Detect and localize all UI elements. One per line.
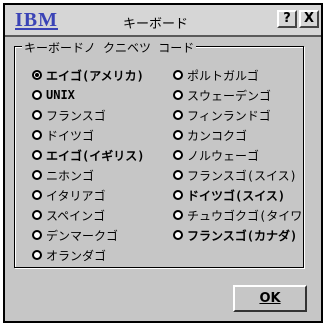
radio-unselected-icon: [32, 230, 42, 240]
radio-unselected-icon: [173, 210, 183, 220]
radio-label: ニホンゴ: [46, 168, 95, 183]
radio-option-norwegian[interactable]: ノルウェーゴ: [173, 146, 259, 164]
radio-option-italian[interactable]: イタリアゴ: [32, 186, 106, 204]
radio-label: イタリアゴ: [46, 188, 106, 203]
radio-label: スウェーデンゴ: [187, 88, 272, 103]
radio-option-finnish[interactable]: フィンランドゴ: [173, 106, 271, 124]
radio-unselected-icon: [32, 190, 42, 200]
radio-option-chinese-taiwan[interactable]: チュウゴクゴ(タイワ: [173, 206, 302, 224]
radio-option-spanish[interactable]: スペインゴ: [32, 206, 105, 224]
radio-label: オランダゴ: [46, 248, 107, 263]
radio-label: フランスゴ(スイス): [187, 168, 297, 183]
radio-unselected-icon: [32, 90, 42, 100]
radio-unselected-icon: [32, 170, 42, 180]
radio-option-french[interactable]: フランスゴ: [32, 106, 106, 124]
close-button[interactable]: X: [299, 10, 319, 28]
radio-unselected-icon: [173, 230, 183, 240]
radio-label: ポルトガルゴ: [187, 68, 259, 83]
radio-unselected-icon: [32, 150, 42, 160]
radio-option-unix[interactable]: UNIX: [32, 86, 75, 104]
radio-label: UNIX: [46, 88, 75, 102]
radio-label: チュウゴクゴ(タイワ: [187, 208, 303, 223]
radio-option-japanese[interactable]: ニホンゴ: [32, 166, 94, 184]
radio-unselected-icon: [32, 130, 42, 140]
ok-button-label: OK: [259, 291, 281, 306]
radio-option-english-us[interactable]: エイゴ(アメリカ): [32, 66, 144, 84]
radio-label: カンコクゴ: [187, 128, 248, 143]
radio-option-swedish[interactable]: スウェーデンゴ: [173, 86, 271, 104]
radio-unselected-icon: [32, 110, 42, 120]
radio-label: エイゴ(イギリス): [46, 148, 145, 163]
radio-option-korean[interactable]: カンコクゴ: [173, 126, 247, 144]
radio-label: デンマークゴ: [46, 228, 119, 243]
radio-selected-icon: [32, 70, 42, 80]
radio-label: ドイツゴ(スイス): [187, 188, 286, 203]
radio-unselected-icon: [173, 110, 183, 120]
radio-unselected-icon: [173, 190, 183, 200]
radio-option-dutch[interactable]: オランダゴ: [32, 246, 106, 264]
ok-button[interactable]: OK: [233, 285, 307, 312]
radio-label: ドイツゴ: [46, 128, 95, 143]
radio-unselected-icon: [32, 210, 42, 220]
radio-option-german-swiss[interactable]: ドイツゴ(スイス): [173, 186, 285, 204]
radio-option-french-canada[interactable]: フランスゴ(カナダ): [173, 226, 297, 244]
help-button[interactable]: ?: [277, 10, 297, 28]
radio-unselected-icon: [173, 130, 183, 140]
dialog-title: キーボード: [123, 17, 189, 32]
radio-unselected-icon: [173, 70, 183, 80]
title-bar: IBM キーボード ? X: [5, 5, 321, 37]
radio-label: フィンランドゴ: [187, 108, 271, 123]
ibm-logo: IBM: [15, 9, 58, 31]
radio-label: スペインゴ: [46, 208, 106, 223]
radio-label: エイゴ(アメリカ): [46, 68, 144, 83]
radio-label: ノルウェーゴ: [187, 148, 260, 163]
groupbox-label: キーボードノ クニベツ コード: [22, 39, 197, 56]
radio-option-danish[interactable]: デンマークゴ: [32, 226, 118, 244]
radio-label: フランスゴ(カナダ): [187, 228, 298, 243]
radio-label: フランスゴ: [46, 108, 106, 123]
radio-option-german[interactable]: ドイツゴ: [32, 126, 94, 144]
radio-unselected-icon: [32, 250, 42, 260]
radio-option-portuguese[interactable]: ポルトガルゴ: [173, 66, 259, 84]
radio-option-french-swiss[interactable]: フランスゴ(スイス): [173, 166, 297, 184]
radio-unselected-icon: [173, 150, 183, 160]
radio-option-english-uk[interactable]: エイゴ(イギリス): [32, 146, 144, 164]
radio-unselected-icon: [173, 90, 183, 100]
radio-unselected-icon: [173, 170, 183, 180]
